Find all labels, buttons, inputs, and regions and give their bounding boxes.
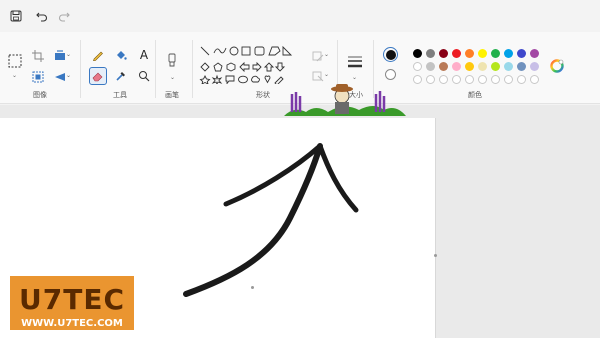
color-swatch[interactable] xyxy=(478,62,487,71)
color-swatch[interactable] xyxy=(439,62,448,71)
color-swatch[interactable] xyxy=(426,62,435,71)
color-swatch[interactable] xyxy=(426,49,435,58)
custom-color-slot[interactable] xyxy=(478,75,487,84)
fill-icon[interactable] xyxy=(113,47,129,63)
color-swatch[interactable] xyxy=(530,49,539,58)
magnifier-icon[interactable] xyxy=(136,68,152,84)
custom-color-slot[interactable] xyxy=(452,75,461,84)
custom-color-slot[interactable] xyxy=(465,75,474,84)
chevron-down-icon[interactable]: ⌄ xyxy=(324,71,329,78)
custom-color-slot[interactable] xyxy=(491,75,500,84)
color-swatch[interactable] xyxy=(465,62,474,71)
eraser-icon[interactable] xyxy=(89,67,107,85)
save-icon[interactable] xyxy=(6,6,26,26)
color-swatch[interactable] xyxy=(517,49,526,58)
custom-color-slot[interactable] xyxy=(504,75,513,84)
chevron-down-icon[interactable]: ⌄ xyxy=(324,51,329,58)
divider xyxy=(80,40,81,98)
undo-icon[interactable] xyxy=(32,6,52,26)
group-label-brushes: 画笔 xyxy=(165,91,179,99)
color-swatch[interactable] xyxy=(491,62,500,71)
custom-color-slot[interactable] xyxy=(439,75,448,84)
group-label-tools: 工具 xyxy=(113,91,127,99)
group-label-shapes: 形状 xyxy=(256,91,270,99)
color-swatch[interactable] xyxy=(452,62,461,71)
crop-icon[interactable] xyxy=(30,48,46,64)
color-swatch[interactable] xyxy=(452,49,461,58)
divider xyxy=(192,40,193,98)
custom-color-slot[interactable] xyxy=(426,75,435,84)
chevron-down-icon[interactable]: ⌄ xyxy=(170,74,175,81)
logo-brand-text: U7TEC xyxy=(19,283,125,316)
color-swatch[interactable] xyxy=(413,62,422,71)
u7tec-logo: U7TEC WWW.U7TEC.COM xyxy=(10,276,134,330)
color-swatch[interactable] xyxy=(504,62,513,71)
custom-color-slot[interactable] xyxy=(413,75,422,84)
shapes-gallery[interactable] xyxy=(198,44,300,84)
chevron-down-icon[interactable]: ⌄ xyxy=(12,72,17,79)
size-icon[interactable] xyxy=(346,54,364,70)
group-label-image: 图像 xyxy=(33,91,47,99)
color-swatch[interactable] xyxy=(439,49,448,58)
logo-url-text: WWW.U7TEC.COM xyxy=(21,318,123,329)
resize-handle[interactable] xyxy=(434,254,437,257)
color-swatch[interactable] xyxy=(504,49,513,58)
primary-color-button[interactable] xyxy=(383,47,398,62)
resize-handle[interactable] xyxy=(251,286,254,289)
pencil-icon[interactable] xyxy=(90,47,106,63)
cartoon-figure-decoration xyxy=(284,84,406,116)
text-icon[interactable]: A xyxy=(136,47,152,63)
title-bar xyxy=(0,0,600,32)
secondary-color-button[interactable] xyxy=(385,69,396,80)
chevron-down-icon[interactable]: ⌄ xyxy=(66,51,71,58)
chevron-down-icon[interactable]: ⌄ xyxy=(66,72,71,79)
color-swatch[interactable] xyxy=(465,49,474,58)
primary-color-swatch xyxy=(385,49,396,60)
group-label-colors: 颜色 xyxy=(468,91,482,99)
custom-color-slot[interactable] xyxy=(530,75,539,84)
select-icon[interactable] xyxy=(6,52,24,70)
edit-colors-icon[interactable] xyxy=(550,59,564,73)
color-swatch[interactable] xyxy=(491,49,500,58)
color-swatch[interactable] xyxy=(478,49,487,58)
redo-icon[interactable] xyxy=(54,6,74,26)
chevron-down-icon[interactable]: ⌄ xyxy=(352,74,357,81)
color-swatch[interactable] xyxy=(413,49,422,58)
color-swatch[interactable] xyxy=(530,62,539,71)
color-picker-icon[interactable] xyxy=(113,68,129,84)
resize-icon[interactable] xyxy=(30,69,46,85)
color-swatch[interactable] xyxy=(517,62,526,71)
custom-color-slot[interactable] xyxy=(517,75,526,84)
brush-icon[interactable] xyxy=(165,52,179,74)
